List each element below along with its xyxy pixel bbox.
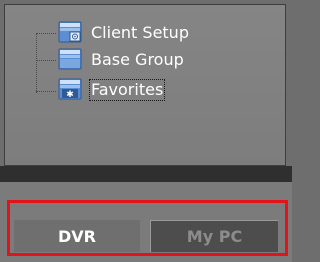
tab-my-pc[interactable]: My PC: [150, 220, 278, 252]
device-tree-window: Client Setup Base Group ✱ Favorites DVR …: [0, 0, 292, 262]
tree-item-client-setup[interactable]: Client Setup: [57, 21, 191, 44]
svg-text:✱: ✱: [66, 90, 74, 100]
client-setup-icon: [57, 21, 83, 44]
tree-item-label: Favorites: [89, 78, 166, 101]
tree-item-favorites[interactable]: ✱ Favorites: [57, 78, 166, 101]
tree-item-base-group[interactable]: Base Group: [57, 48, 186, 71]
favorites-icon: ✱: [57, 78, 83, 101]
tree-item-label: Client Setup: [91, 22, 189, 42]
tree-connector: [36, 33, 56, 34]
tab-dvr[interactable]: DVR: [14, 220, 140, 252]
tree-connector: [36, 60, 56, 61]
tree-guide-line: [36, 33, 37, 93]
tree-connector: [36, 91, 56, 92]
device-tree-panel: Client Setup Base Group ✱ Favorites: [4, 4, 286, 166]
panel-divider: [0, 166, 292, 182]
base-group-icon: [57, 48, 83, 71]
tree-item-label: Base Group: [91, 49, 184, 69]
